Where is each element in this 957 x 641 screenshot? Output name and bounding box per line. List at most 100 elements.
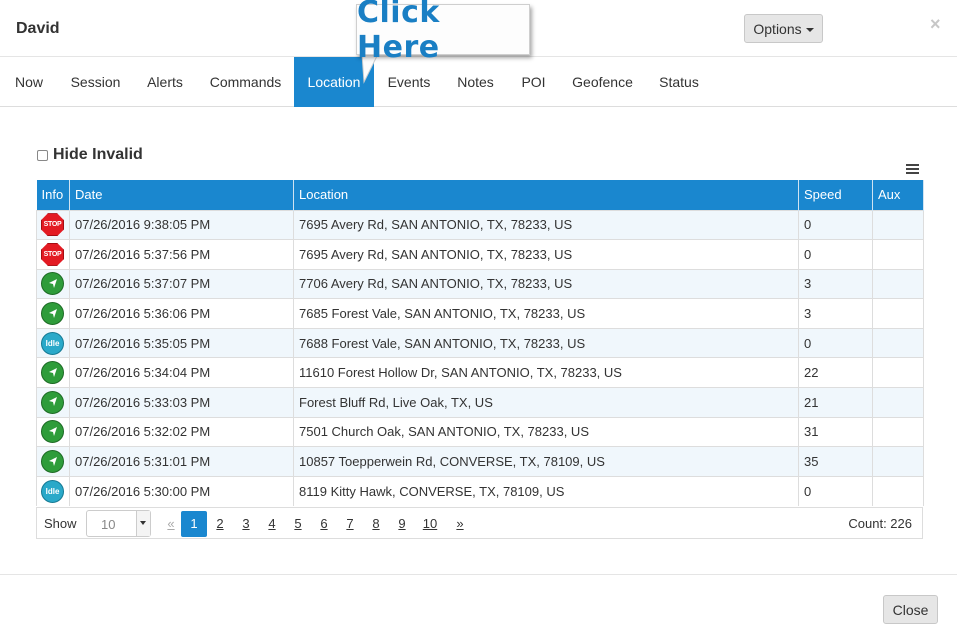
table-row[interactable]: STOP 07/26/2016 5:37:56 PM 7695 Avery Rd, … <box>36 239 924 270</box>
table-row[interactable]: STOP 07/26/2016 9:38:05 PM 7695 Avery Rd, … <box>36 209 924 240</box>
column-header-info[interactable]: Info <box>36 180 70 210</box>
next-page-button[interactable]: » <box>447 511 473 537</box>
speed-cell: 0 <box>798 327 873 358</box>
speed-cell: 21 <box>798 387 873 418</box>
date-cell: 07/26/2016 5:37:56 PM <box>69 239 294 270</box>
aux-cell <box>872 268 924 299</box>
date-cell: 07/26/2016 9:38:05 PM <box>69 209 294 240</box>
table-row[interactable]: Idle 07/26/2016 5:30:00 PM 8119 Kitty Hawk… <box>36 475 924 506</box>
tab-commands[interactable]: Commands <box>197 57 294 107</box>
column-header-location[interactable]: Location <box>293 180 799 210</box>
table-footer: Show 10 « 1 2 3 4 5 6 7 8 9 10 » Count: 226 <box>36 507 923 539</box>
idle-icon[interactable]: Idle <box>41 479 64 503</box>
table-row[interactable]: 07/26/2016 5:33:03 PM Forest Bluff Rd, Li… <box>36 387 924 418</box>
prev-page-button[interactable]: « <box>161 511 181 537</box>
icon-text: Idle <box>45 486 60 496</box>
date-cell: 07/26/2016 5:31:01 PM <box>69 446 294 477</box>
moving-arrow-icon[interactable] <box>41 390 64 414</box>
moving-arrow-icon[interactable] <box>41 302 64 326</box>
speed-cell: 35 <box>798 446 873 477</box>
click-here-callout: Click Here <box>356 0 530 65</box>
speed-cell: 3 <box>798 268 873 299</box>
icon-text: STOP <box>43 250 62 258</box>
tab-poi[interactable]: POI <box>507 57 560 107</box>
location-cell: 8119 Kitty Hawk, CONVERSE, TX, 78109, US <box>293 475 799 506</box>
table-row[interactable]: 07/26/2016 5:36:06 PM 7685 Forest Vale, S… <box>36 298 924 329</box>
tab-events[interactable]: Events <box>374 57 444 107</box>
moving-arrow-icon[interactable] <box>41 450 64 474</box>
tab-alerts[interactable]: Alerts <box>133 57 197 107</box>
modal-title: David <box>16 20 60 37</box>
page-link-10[interactable]: 10 <box>415 511 445 537</box>
page-link-8[interactable]: 8 <box>363 511 389 537</box>
speed-cell: 0 <box>798 209 873 240</box>
location-cell: 7501 Church Oak, SAN ANTONIO, TX, 78233,… <box>293 416 799 447</box>
moving-arrow-icon[interactable] <box>41 420 64 444</box>
close-button[interactable]: Close <box>883 595 938 624</box>
footer-divider <box>0 574 957 575</box>
page-link-5[interactable]: 5 <box>285 511 311 537</box>
table-row[interactable]: 07/26/2016 5:34:04 PM 11610 Forest Hollow… <box>36 357 924 388</box>
hide-invalid-toggle[interactable]: Hide Invalid <box>37 146 143 164</box>
stop-icon[interactable]: STOP <box>41 213 64 237</box>
column-header-date[interactable]: Date <box>69 180 294 210</box>
aux-cell <box>872 327 924 358</box>
page-link-7[interactable]: 7 <box>337 511 363 537</box>
location-cell: 7685 Forest Vale, SAN ANTONIO, TX, 78233… <box>293 298 799 329</box>
date-cell: 07/26/2016 5:32:02 PM <box>69 416 294 447</box>
info-cell <box>36 268 70 299</box>
page-link-1[interactable]: 1 <box>181 510 207 537</box>
table-row[interactable]: Idle 07/26/2016 5:35:05 PM 7688 Forest Val… <box>36 327 924 358</box>
location-cell: 11610 Forest Hollow Dr, SAN ANTONIO, TX,… <box>293 357 799 388</box>
speed-cell: 22 <box>798 357 873 388</box>
page-size-value: 10 <box>101 517 116 532</box>
aux-cell <box>872 239 924 270</box>
info-cell: Idle <box>36 475 70 506</box>
page-link-4[interactable]: 4 <box>259 511 285 537</box>
page-link-3[interactable]: 3 <box>233 511 259 537</box>
tab-session[interactable]: Session <box>58 57 133 107</box>
date-cell: 07/26/2016 5:36:06 PM <box>69 298 294 329</box>
column-list-icon[interactable] <box>906 164 919 176</box>
moving-arrow-icon[interactable] <box>41 272 64 296</box>
idle-icon[interactable]: Idle <box>41 331 64 355</box>
location-cell: 7688 Forest Vale, SAN ANTONIO, TX, 78233… <box>293 327 799 358</box>
page-link-2[interactable]: 2 <box>207 511 233 537</box>
moving-arrow-icon[interactable] <box>41 361 64 385</box>
info-cell <box>36 446 70 477</box>
caret-down-icon <box>805 27 814 32</box>
tab-geofence[interactable]: Geofence <box>560 57 645 107</box>
speed-cell: 31 <box>798 416 873 447</box>
table-row[interactable]: 07/26/2016 5:37:07 PM 7706 Avery Rd, SAN … <box>36 268 924 299</box>
table-row[interactable]: 07/26/2016 5:32:02 PM 7501 Church Oak, SA… <box>36 416 924 447</box>
date-cell: 07/26/2016 5:37:07 PM <box>69 268 294 299</box>
chevron-down-icon <box>136 511 150 536</box>
speed-cell: 3 <box>798 298 873 329</box>
stop-icon[interactable]: STOP <box>41 242 64 266</box>
close-icon[interactable]: × <box>930 14 941 35</box>
table-header-row: Info Date Location Speed Aux <box>36 180 924 210</box>
tab-notes[interactable]: Notes <box>444 57 507 107</box>
page-link-9[interactable]: 9 <box>389 511 415 537</box>
show-label: Show <box>44 516 77 531</box>
info-cell: STOP <box>36 209 70 240</box>
aux-cell <box>872 298 924 329</box>
location-cell: 7695 Avery Rd, SAN ANTONIO, TX, 78233, U… <box>293 209 799 240</box>
tab-status[interactable]: Status <box>645 57 713 107</box>
page-size-select[interactable]: 10 <box>86 510 151 537</box>
column-header-speed[interactable]: Speed <box>798 180 873 210</box>
aux-cell <box>872 387 924 418</box>
location-cell: 10857 Toepperwein Rd, CONVERSE, TX, 7810… <box>293 446 799 477</box>
page-link-6[interactable]: 6 <box>311 511 337 537</box>
pagination: « 1 2 3 4 5 6 7 8 9 10 » <box>161 510 473 537</box>
tab-now[interactable]: Now <box>0 57 58 107</box>
tab-bar: Now Session Alerts Commands Location Eve… <box>0 57 957 107</box>
speed-cell: 0 <box>798 475 873 506</box>
column-header-aux[interactable]: Aux <box>872 180 924 210</box>
location-cell: Forest Bluff Rd, Live Oak, TX, US <box>293 387 799 418</box>
info-cell <box>36 387 70 418</box>
hide-invalid-checkbox[interactable] <box>37 149 48 161</box>
options-dropdown-button[interactable]: Options <box>744 14 823 43</box>
icon-text: Idle <box>45 338 60 348</box>
table-row[interactable]: 07/26/2016 5:31:01 PM 10857 Toepperwein R… <box>36 446 924 477</box>
